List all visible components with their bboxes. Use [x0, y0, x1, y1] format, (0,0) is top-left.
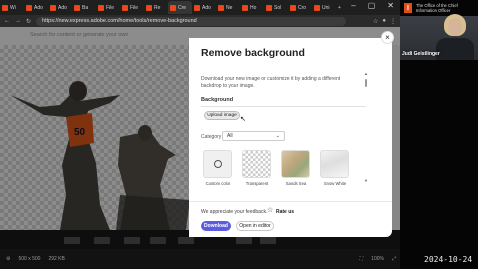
scroll-down-icon[interactable]: ▼	[364, 178, 368, 183]
chevron-down-icon: ⌄	[275, 133, 280, 139]
tab-label: Ado	[58, 4, 67, 11]
extensions-icon[interactable]: ☆	[373, 18, 378, 25]
favicon-icon	[218, 4, 224, 11]
presenter-name: Judi Geistlinger	[402, 51, 440, 57]
swatch-sands-sea[interactable]	[281, 150, 310, 178]
upload-image-button[interactable]: Upload image	[204, 111, 240, 120]
favicon-icon	[194, 4, 200, 11]
recording-timestamp: 2024-10-24 13:	[424, 255, 478, 264]
university-logo: I	[404, 3, 412, 13]
browser-tab[interactable]: File	[120, 1, 144, 14]
status-bar: ⚙ 500 x 500 292 KB ⛶ 100% ⤢	[0, 249, 400, 269]
file-size: 292 KB	[48, 256, 65, 262]
feedback-text: We appreciate your feedback.	[201, 209, 268, 215]
favicon-icon	[146, 4, 152, 11]
tab-label: Ne	[226, 4, 233, 11]
favicon-icon	[170, 4, 176, 11]
favicon-icon	[242, 4, 248, 11]
browser-tab[interactable]: Cre	[168, 1, 192, 14]
browser-tab[interactable]: Ado	[48, 1, 72, 14]
favicon-icon	[50, 4, 56, 11]
swatch-custom-color[interactable]	[203, 150, 232, 178]
browser-tab[interactable]: Uni	[312, 1, 336, 14]
star-icon[interactable]: ☆	[267, 206, 273, 214]
window-controls: – ▢ ✕	[351, 1, 394, 10]
close-dialog-button[interactable]: ×	[381, 31, 394, 44]
minimize-icon[interactable]: –	[351, 1, 355, 10]
swatch-snow-white[interactable]	[320, 150, 349, 178]
browser-tab[interactable]: Ho	[240, 1, 264, 14]
browser-tab[interactable]: Ado	[24, 1, 48, 14]
tab-label: Uni	[322, 4, 330, 11]
swatch-label: Custom color	[205, 181, 231, 186]
swatch-transparent[interactable]	[242, 150, 271, 178]
favicon-icon	[2, 4, 8, 11]
browser-tab[interactable]: Wi	[0, 1, 24, 14]
fullscreen-icon[interactable]: ⤢	[392, 256, 396, 262]
tab-label: File	[130, 4, 139, 11]
tab-label: Ado	[202, 4, 211, 11]
maximize-icon[interactable]: ▢	[368, 1, 376, 10]
browser-tab-bar: Wi Ado Ado Ba File File Re Cre Ado Ne Ho Sol Cro Uni +	[0, 0, 400, 15]
presenter-body	[436, 38, 474, 60]
favicon-icon	[74, 4, 80, 11]
background-section-label: Background	[201, 97, 234, 103]
section-divider	[201, 106, 366, 107]
open-in-editor-button[interactable]: Open in editor	[236, 221, 274, 231]
favicon-icon	[290, 4, 296, 11]
close-window-icon[interactable]: ✕	[387, 1, 394, 10]
palette-icon	[213, 160, 222, 168]
mouse-cursor-icon: ↖	[240, 116, 246, 123]
fit-screen-icon[interactable]: ⛶	[360, 256, 364, 262]
scrollbar-thumb[interactable]	[365, 79, 367, 87]
favicon-icon	[98, 4, 104, 11]
tab-label: Ba	[82, 4, 89, 11]
browser-tab[interactable]: Ado	[192, 1, 216, 14]
image-dimensions: 500 x 500	[18, 256, 41, 262]
favicon-icon	[122, 4, 128, 11]
scroll-up-icon[interactable]: ▲	[364, 71, 368, 76]
rate-us-link[interactable]: Rate us	[276, 209, 294, 215]
category-label: Category	[201, 134, 222, 140]
org-name: The Office of the Chief Information Offi…	[416, 3, 458, 13]
back-icon[interactable]: ←	[4, 18, 10, 24]
profile-icon[interactable]: ●	[382, 18, 386, 25]
zoom-level[interactable]: 100%	[371, 256, 384, 262]
swatch-label: Sands Sea	[285, 181, 307, 186]
browser-tab[interactable]: Sol	[264, 1, 288, 14]
tab-label: Ho	[250, 4, 257, 11]
tab-label: Cre	[178, 4, 187, 11]
favicon-icon	[26, 4, 32, 11]
tab-label: Wi	[10, 4, 16, 11]
dialog-title: Remove background	[201, 47, 305, 59]
category-select[interactable]: All ⌄	[222, 131, 285, 141]
browser-tab[interactable]: Ba	[72, 1, 96, 14]
favicon-icon	[314, 4, 320, 11]
tab-label: Ado	[34, 4, 43, 11]
browser-tab[interactable]: Cro	[288, 1, 312, 14]
category-value: All	[227, 133, 233, 139]
tab-label: Cro	[298, 4, 307, 11]
browser-tab[interactable]: Re	[144, 1, 168, 14]
tab-label: Sol	[274, 4, 282, 11]
remove-background-dialog: Remove background Download your new imag…	[189, 38, 392, 237]
forward-icon[interactable]: →	[15, 18, 21, 24]
url-field[interactable]: https://new.express.adobe.com/home/tools…	[36, 16, 346, 26]
address-bar: ← → ↻ https://new.express.adobe.com/home…	[0, 15, 400, 27]
reload-icon[interactable]: ↻	[26, 18, 31, 25]
browser-tab[interactable]: File	[96, 1, 120, 14]
favicon-icon	[266, 4, 272, 11]
tab-label: Re	[154, 4, 161, 11]
tab-label: File	[106, 4, 115, 11]
settings-icon[interactable]: ⚙	[6, 256, 10, 262]
presenter-face	[448, 18, 462, 36]
swatch-label: Snow White	[323, 181, 347, 186]
download-button[interactable]: Download	[201, 221, 231, 231]
dialog-description: Download your new image or customize it …	[201, 76, 341, 89]
footer-divider	[189, 201, 392, 202]
browser-tab[interactable]: Ne	[216, 1, 240, 14]
swatch-label: Transparent	[245, 181, 269, 186]
menu-icon[interactable]: ⋮	[390, 18, 396, 25]
